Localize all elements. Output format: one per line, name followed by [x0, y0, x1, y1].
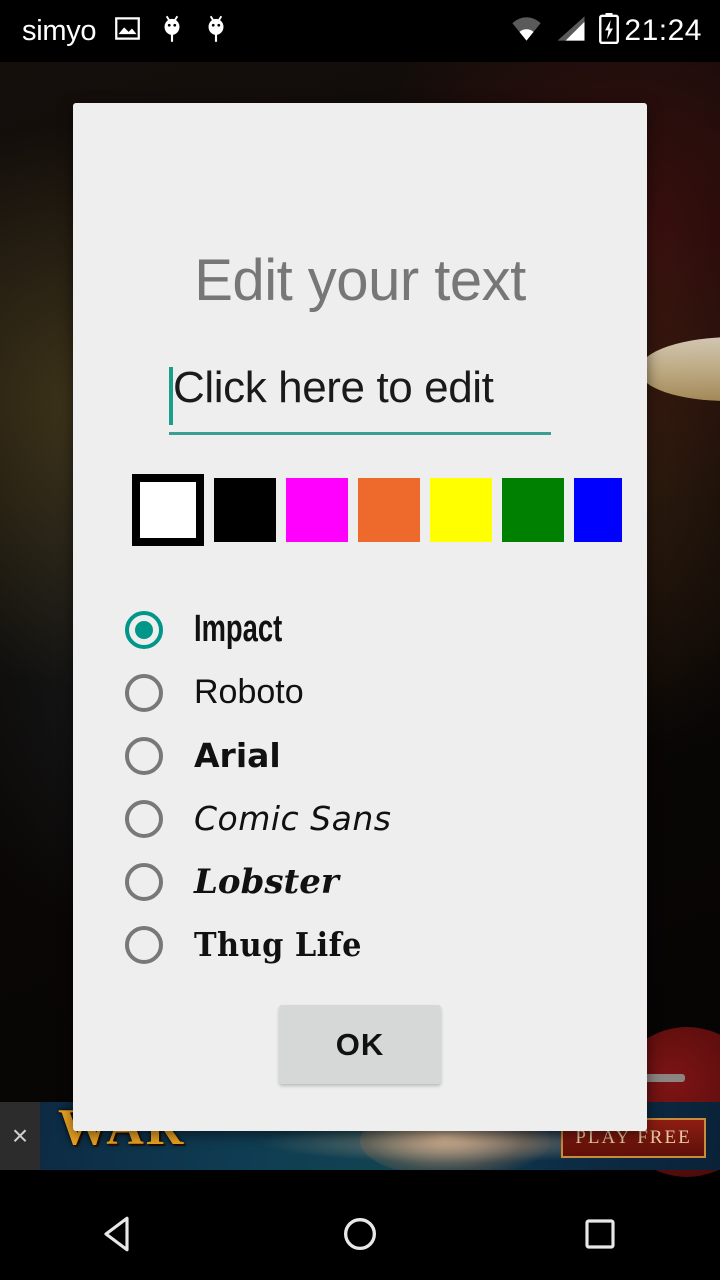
edit-text-dialog: Edit your text Click here to edit Impact…	[73, 103, 647, 1131]
phone-screen: WAR PLAY FREE × simyo	[0, 0, 720, 1280]
image-icon	[114, 15, 141, 47]
color-swatch-green[interactable]	[502, 478, 564, 542]
color-swatch-orange[interactable]	[358, 478, 420, 542]
carrier-label: simyo	[22, 14, 97, 47]
color-swatch-black[interactable]	[214, 478, 276, 542]
background-lamp	[640, 337, 720, 401]
text-input-underline	[169, 432, 551, 435]
battery-charging-icon	[599, 13, 620, 49]
radio-button-comic-sans[interactable]	[125, 799, 163, 838]
signal-icon	[556, 15, 586, 47]
back-icon[interactable]	[60, 1188, 180, 1280]
color-swatch-yellow[interactable]	[430, 478, 492, 542]
radio-button-lobster[interactable]	[125, 862, 163, 901]
home-icon[interactable]	[300, 1188, 420, 1280]
status-bar: simyo 21:24	[0, 0, 720, 62]
font-option-arial[interactable]: Arial	[123, 724, 633, 787]
radio-button-impact[interactable]	[125, 610, 163, 649]
notification-icon-group	[114, 13, 229, 50]
font-label-thug-life: Thug Life	[194, 925, 362, 964]
wifi-icon	[510, 15, 543, 47]
android-navigation-bar	[0, 1188, 720, 1280]
android-bug-icon	[203, 13, 229, 50]
text-input-field[interactable]: Click here to edit	[169, 363, 551, 435]
font-label-roboto: Roboto	[194, 673, 304, 711]
text-input-value: Click here to edit	[173, 363, 494, 412]
font-option-list: Impact Roboto Arial Comic Sans Lobster T…	[123, 598, 633, 976]
radio-button-thug-life[interactable]	[125, 925, 163, 964]
font-option-comic-sans[interactable]: Comic Sans	[123, 787, 633, 850]
status-icon-group	[510, 13, 620, 49]
color-swatch-magenta[interactable]	[286, 478, 348, 542]
color-swatch-white[interactable]	[132, 474, 204, 546]
dialog-title: Edit your text	[194, 248, 526, 313]
font-label-lobster: Lobster	[194, 861, 339, 902]
color-swatch-blue[interactable]	[574, 478, 622, 542]
font-option-impact[interactable]: Impact	[123, 598, 633, 661]
font-option-thug-life[interactable]: Thug Life	[123, 913, 633, 976]
font-label-comic-sans: Comic Sans	[194, 799, 392, 838]
color-swatch-row	[132, 474, 647, 550]
font-option-lobster[interactable]: Lobster	[123, 850, 633, 913]
radio-button-roboto[interactable]	[125, 673, 163, 712]
font-label-arial: Arial	[194, 736, 281, 775]
ok-button[interactable]: OK	[279, 1005, 441, 1084]
font-option-roboto[interactable]: Roboto	[123, 661, 633, 724]
font-label-impact: Impact	[194, 608, 283, 650]
android-bug-icon	[159, 13, 185, 50]
ad-close-button[interactable]: ×	[0, 1102, 40, 1170]
clock-label: 21:24	[624, 14, 702, 47]
radio-button-arial[interactable]	[125, 736, 163, 775]
recents-icon[interactable]	[540, 1188, 660, 1280]
